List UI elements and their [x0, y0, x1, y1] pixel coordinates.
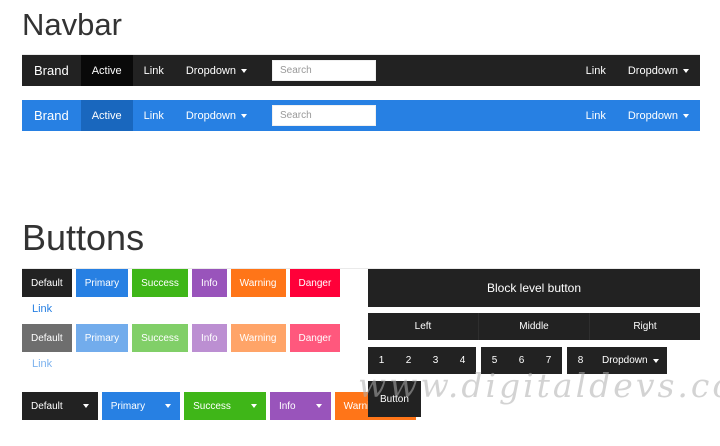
button-group-3: 8 Dropdown [567, 347, 667, 374]
buttons-section-title: Buttons [22, 217, 145, 258]
page-button-7[interactable]: 7 [535, 347, 562, 374]
nav-item-link[interactable]: Link [133, 55, 175, 86]
right-button[interactable]: Right [590, 313, 700, 340]
navbar-primary: Brand Active Link Dropdown Link Dropdown [22, 100, 700, 131]
dropdown-toggle[interactable] [305, 404, 322, 408]
button-toolbar: 1 2 3 4 5 6 7 8 Dropdown [368, 347, 700, 374]
page-button-3[interactable]: 3 [422, 347, 449, 374]
search-input[interactable] [272, 105, 376, 126]
nav-item-active[interactable]: Active [80, 100, 133, 131]
chevron-down-icon [683, 68, 689, 73]
search-input[interactable] [272, 60, 376, 81]
nav-item-label: Active [91, 64, 122, 77]
nav-item-active[interactable]: Active [80, 55, 133, 86]
link-button[interactable]: Link [32, 303, 52, 315]
justified-button-group: Left Middle Right [368, 313, 700, 340]
nav-item-link-right[interactable]: Link [575, 55, 617, 86]
primary-split-dropdown-button[interactable]: Primary [101, 392, 181, 420]
button-group-1: 1 2 3 4 [368, 347, 476, 374]
buttons-columns: Default Primary Success Info Warning Dan… [22, 269, 700, 420]
block-level-button[interactable]: Block level button [368, 269, 700, 307]
dropdown-toggle[interactable] [72, 404, 89, 408]
chevron-down-icon [241, 113, 247, 118]
nav-item-label: Dropdown [185, 109, 236, 122]
button-label: Primary [110, 400, 146, 412]
navbar-brand[interactable]: Brand [22, 55, 81, 86]
navbar-inverse: Brand Active Link Dropdown Link Dropdown [22, 55, 700, 86]
info-button[interactable]: Info [191, 269, 227, 297]
page-button-1[interactable]: 1 [368, 347, 395, 374]
chevron-down-icon [250, 404, 257, 408]
navbar-brand[interactable]: Brand [22, 100, 81, 131]
info-button-disabled[interactable]: Info [191, 324, 227, 352]
success-button-disabled[interactable]: Success [132, 324, 188, 352]
danger-button[interactable]: Danger [289, 269, 341, 297]
chevron-down-icon [241, 68, 247, 73]
nav-item-label: Dropdown [627, 109, 678, 122]
warning-button[interactable]: Warning [230, 269, 286, 297]
nav-item-dropdown-right[interactable]: Dropdown [617, 55, 700, 86]
theme-preview-page: Navbar Brand Active Link Dropdown Link D… [0, 0, 720, 446]
buttons-column-left: Default Primary Success Info Warning Dan… [22, 269, 416, 420]
navbar-section-title: Navbar [22, 7, 122, 42]
warning-button-disabled[interactable]: Warning [230, 324, 286, 352]
buttons-column-right: Block level button Left Middle Right 1 2… [368, 269, 700, 420]
success-button[interactable]: Success [132, 269, 188, 297]
default-button[interactable]: Default [22, 269, 72, 297]
nav-item-label: Active [91, 109, 122, 122]
page-button-6[interactable]: 6 [508, 347, 535, 374]
nav-item-dropdown[interactable]: Dropdown [175, 100, 258, 131]
group-dropdown-button[interactable]: Dropdown [594, 347, 667, 374]
page-button-8[interactable]: 8 [567, 347, 594, 374]
danger-button-disabled[interactable]: Danger [289, 324, 341, 352]
nav-item-label: Link [143, 64, 164, 77]
button-label: Default [31, 400, 63, 412]
button-row-normal: Default Primary Success Info Warning Dan… [22, 269, 368, 297]
button-label: Info [278, 400, 296, 412]
success-split-dropdown-button[interactable]: Success [184, 392, 266, 420]
page-button-2[interactable]: 2 [395, 347, 422, 374]
nav-item-label: Dropdown [627, 64, 678, 77]
large-button[interactable]: Button [368, 381, 421, 417]
button-group-2: 5 6 7 [481, 347, 562, 374]
button-label: Success [193, 400, 231, 412]
nav-item-label: Link [585, 64, 606, 77]
default-button-disabled[interactable]: Default [22, 324, 72, 352]
chevron-down-icon [165, 404, 172, 408]
nav-item-dropdown[interactable]: Dropdown [175, 55, 258, 86]
primary-button[interactable]: Primary [75, 269, 129, 297]
nav-item-link[interactable]: Link [133, 100, 175, 131]
nav-item-label: Link [143, 109, 164, 122]
button-label: Dropdown [602, 355, 648, 366]
page-button-5[interactable]: 5 [481, 347, 508, 374]
navbar-right-group: Link Dropdown [575, 100, 700, 131]
chevron-down-icon [82, 404, 89, 408]
middle-button[interactable]: Middle [479, 313, 590, 340]
info-split-dropdown-button[interactable]: Info [269, 392, 331, 420]
button-row-split-dropdowns: Default Primary Success Info Warning [22, 392, 416, 420]
button-row-disabled: Default Primary Success Info Warning Dan… [22, 324, 368, 352]
left-button[interactable]: Left [368, 313, 479, 340]
default-split-dropdown-button[interactable]: Default [22, 392, 98, 420]
dropdown-toggle[interactable] [240, 404, 257, 408]
nav-item-label: Link [585, 109, 606, 122]
page-button-4[interactable]: 4 [449, 347, 476, 374]
nav-item-label: Dropdown [185, 64, 236, 77]
nav-item-link-right[interactable]: Link [575, 100, 617, 131]
primary-button-disabled[interactable]: Primary [75, 324, 129, 352]
navbar-right-group: Link Dropdown [575, 55, 700, 86]
dropdown-toggle[interactable] [154, 404, 172, 408]
link-button-disabled[interactable]: Link [32, 358, 52, 370]
chevron-down-icon [652, 358, 659, 363]
chevron-down-icon [315, 404, 322, 408]
chevron-down-icon [683, 113, 689, 118]
nav-item-dropdown-right[interactable]: Dropdown [617, 100, 700, 131]
